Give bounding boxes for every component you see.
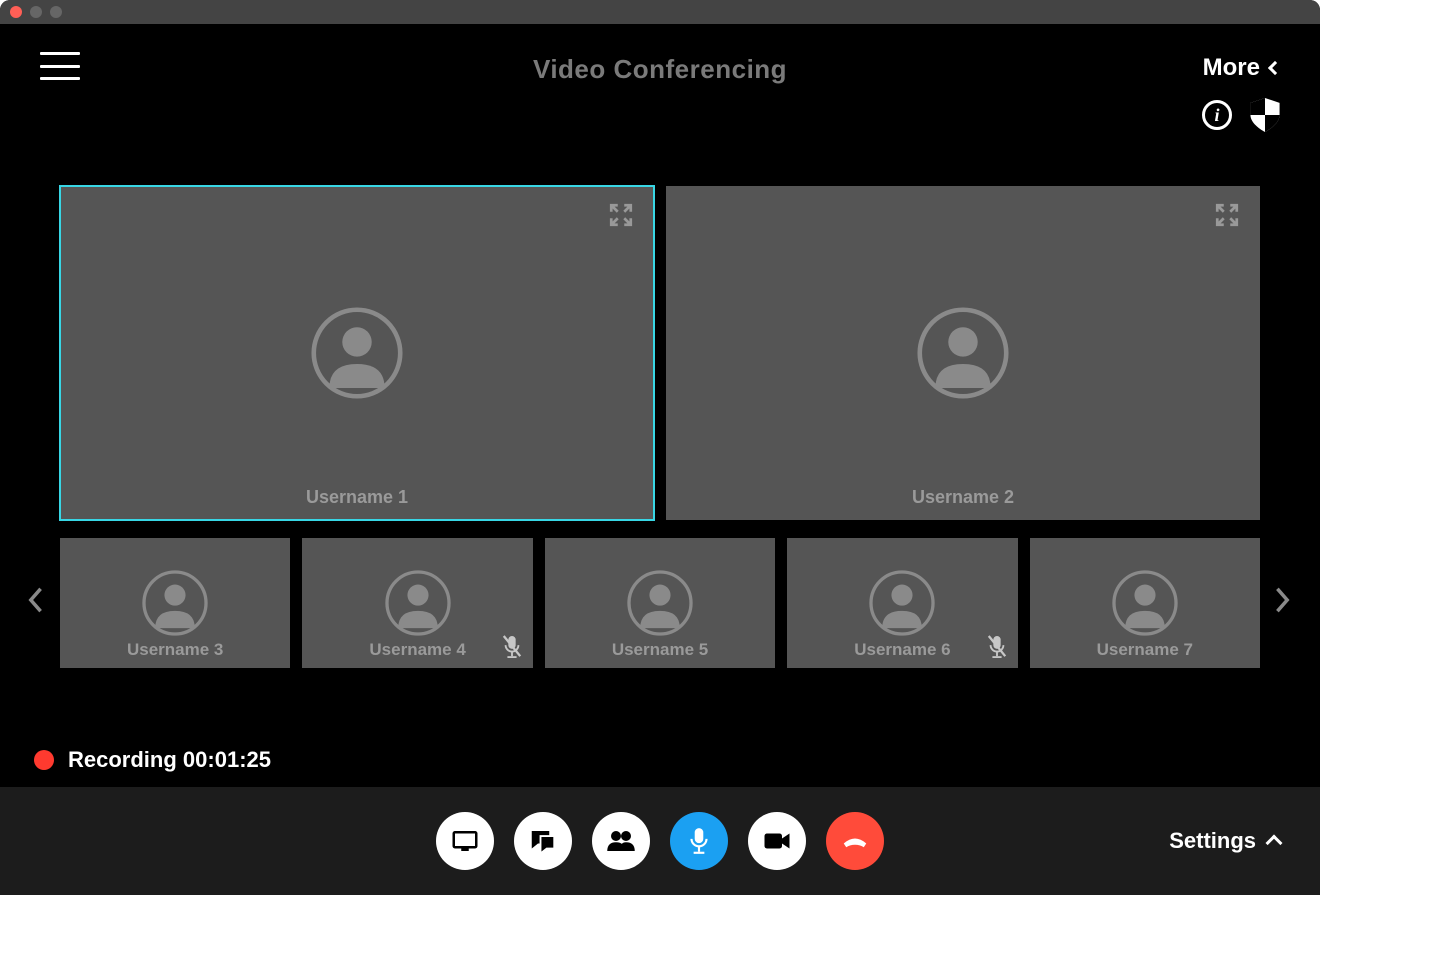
- video-tile-small[interactable]: Username 3: [60, 538, 290, 668]
- avatar-icon: [627, 570, 693, 636]
- chevron-left-icon: [1268, 61, 1282, 75]
- participant-name: Username 7: [1030, 640, 1260, 660]
- more-button[interactable]: More: [1203, 54, 1280, 82]
- share-screen-button[interactable]: [436, 812, 494, 870]
- expand-icon[interactable]: [1214, 202, 1240, 228]
- video-grid: Username 1 Username 2: [60, 186, 1260, 668]
- microphone-icon: [684, 826, 714, 856]
- chat-button[interactable]: [514, 812, 572, 870]
- avatar-icon: [311, 307, 403, 399]
- participant-name: Username 5: [545, 640, 775, 660]
- participant-name: Username 4: [302, 640, 532, 660]
- info-icon[interactable]: i: [1202, 100, 1232, 130]
- recording-indicator: Recording 00:01:25: [34, 747, 271, 773]
- large-tiles-row: Username 1 Username 2: [60, 186, 1260, 520]
- menu-icon: [40, 52, 80, 55]
- expand-icon[interactable]: [608, 202, 634, 228]
- video-tile-large[interactable]: Username 1: [60, 186, 654, 520]
- mic-muted-icon: [501, 634, 523, 660]
- menu-icon: [40, 77, 80, 80]
- avatar-icon: [1112, 570, 1178, 636]
- window-maximize-dot[interactable]: [50, 6, 62, 18]
- camera-icon: [762, 826, 792, 856]
- header: Video Conferencing More i: [0, 24, 1320, 134]
- menu-button[interactable]: [40, 52, 80, 80]
- video-tile-small[interactable]: Username 4: [302, 538, 532, 668]
- control-bar: Settings: [0, 787, 1320, 895]
- share-screen-icon: [450, 826, 480, 856]
- microphone-button[interactable]: [670, 812, 728, 870]
- window-close-dot[interactable]: [10, 6, 22, 18]
- header-action-icons: i: [1202, 98, 1280, 132]
- avatar-icon: [142, 570, 208, 636]
- window-minimize-dot[interactable]: [30, 6, 42, 18]
- page-title: Video Conferencing: [533, 54, 787, 85]
- video-tile-small[interactable]: Username 6: [787, 538, 1017, 668]
- participants-icon: [606, 826, 636, 856]
- participant-name: Username 2: [666, 487, 1260, 508]
- mic-muted-icon: [986, 634, 1008, 660]
- record-dot-icon: [34, 750, 54, 770]
- shield-icon[interactable]: [1250, 98, 1280, 132]
- camera-button[interactable]: [748, 812, 806, 870]
- settings-label: Settings: [1169, 828, 1256, 854]
- hangup-icon: [840, 826, 870, 856]
- participant-name: Username 3: [60, 640, 290, 660]
- chat-icon: [528, 826, 558, 856]
- chevron-right-icon: [1274, 586, 1292, 614]
- avatar-icon: [385, 570, 451, 636]
- window-title-bar: [0, 0, 1320, 24]
- avatar-icon: [917, 307, 1009, 399]
- app-window: Video Conferencing More i: [0, 0, 1320, 895]
- participant-name: Username 1: [60, 487, 654, 508]
- video-tile-small[interactable]: Username 7: [1030, 538, 1260, 668]
- video-tile-small[interactable]: Username 5: [545, 538, 775, 668]
- participant-name: Username 6: [787, 640, 1017, 660]
- more-label: More: [1203, 54, 1260, 82]
- participants-button[interactable]: [592, 812, 650, 870]
- nav-next-button[interactable]: [1274, 585, 1294, 615]
- nav-previous-button[interactable]: [26, 585, 46, 615]
- thumbnail-row: Username 3 Username 4: [60, 538, 1260, 668]
- avatar-icon: [869, 570, 935, 636]
- menu-icon: [40, 65, 80, 68]
- chevron-up-icon: [1266, 835, 1283, 852]
- chevron-left-icon: [26, 586, 44, 614]
- settings-button[interactable]: Settings: [1169, 828, 1280, 854]
- video-tile-large[interactable]: Username 2: [666, 186, 1260, 520]
- recording-text: Recording 00:01:25: [68, 747, 271, 773]
- hangup-button[interactable]: [826, 812, 884, 870]
